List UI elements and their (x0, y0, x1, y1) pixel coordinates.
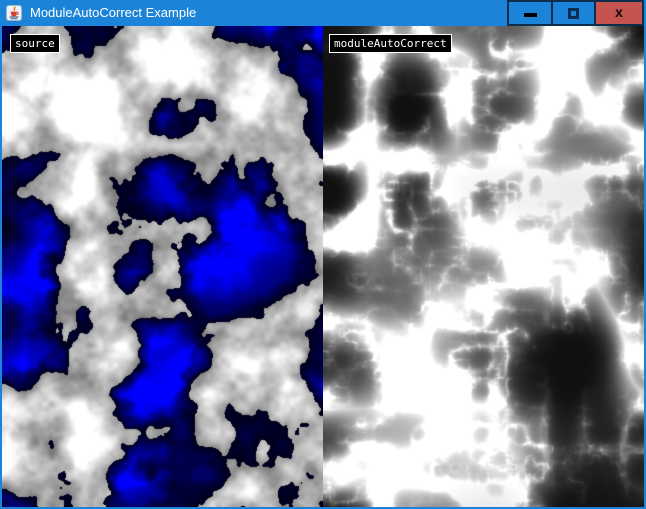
source-panel: source (2, 26, 323, 507)
minimize-button[interactable] (507, 0, 553, 26)
close-icon: x (615, 5, 623, 19)
close-button[interactable]: x (596, 0, 644, 26)
java-coffee-cup-icon (6, 5, 22, 21)
content-area: source moduleAutoCorrect (2, 26, 644, 507)
source-label: source (10, 34, 60, 53)
maximize-button[interactable] (553, 0, 596, 26)
source-noise-canvas (2, 26, 323, 507)
minimize-icon (524, 13, 537, 17)
module-autocorrect-noise-canvas (323, 26, 644, 507)
app-window: ModuleAutoCorrect Example x source modul… (0, 0, 646, 509)
module-autocorrect-label: moduleAutoCorrect (329, 34, 452, 53)
titlebar[interactable]: ModuleAutoCorrect Example x (2, 0, 644, 26)
window-controls: x (507, 0, 644, 26)
window-title: ModuleAutoCorrect Example (30, 0, 196, 26)
module-autocorrect-panel: moduleAutoCorrect (323, 26, 644, 507)
maximize-icon (568, 8, 579, 19)
